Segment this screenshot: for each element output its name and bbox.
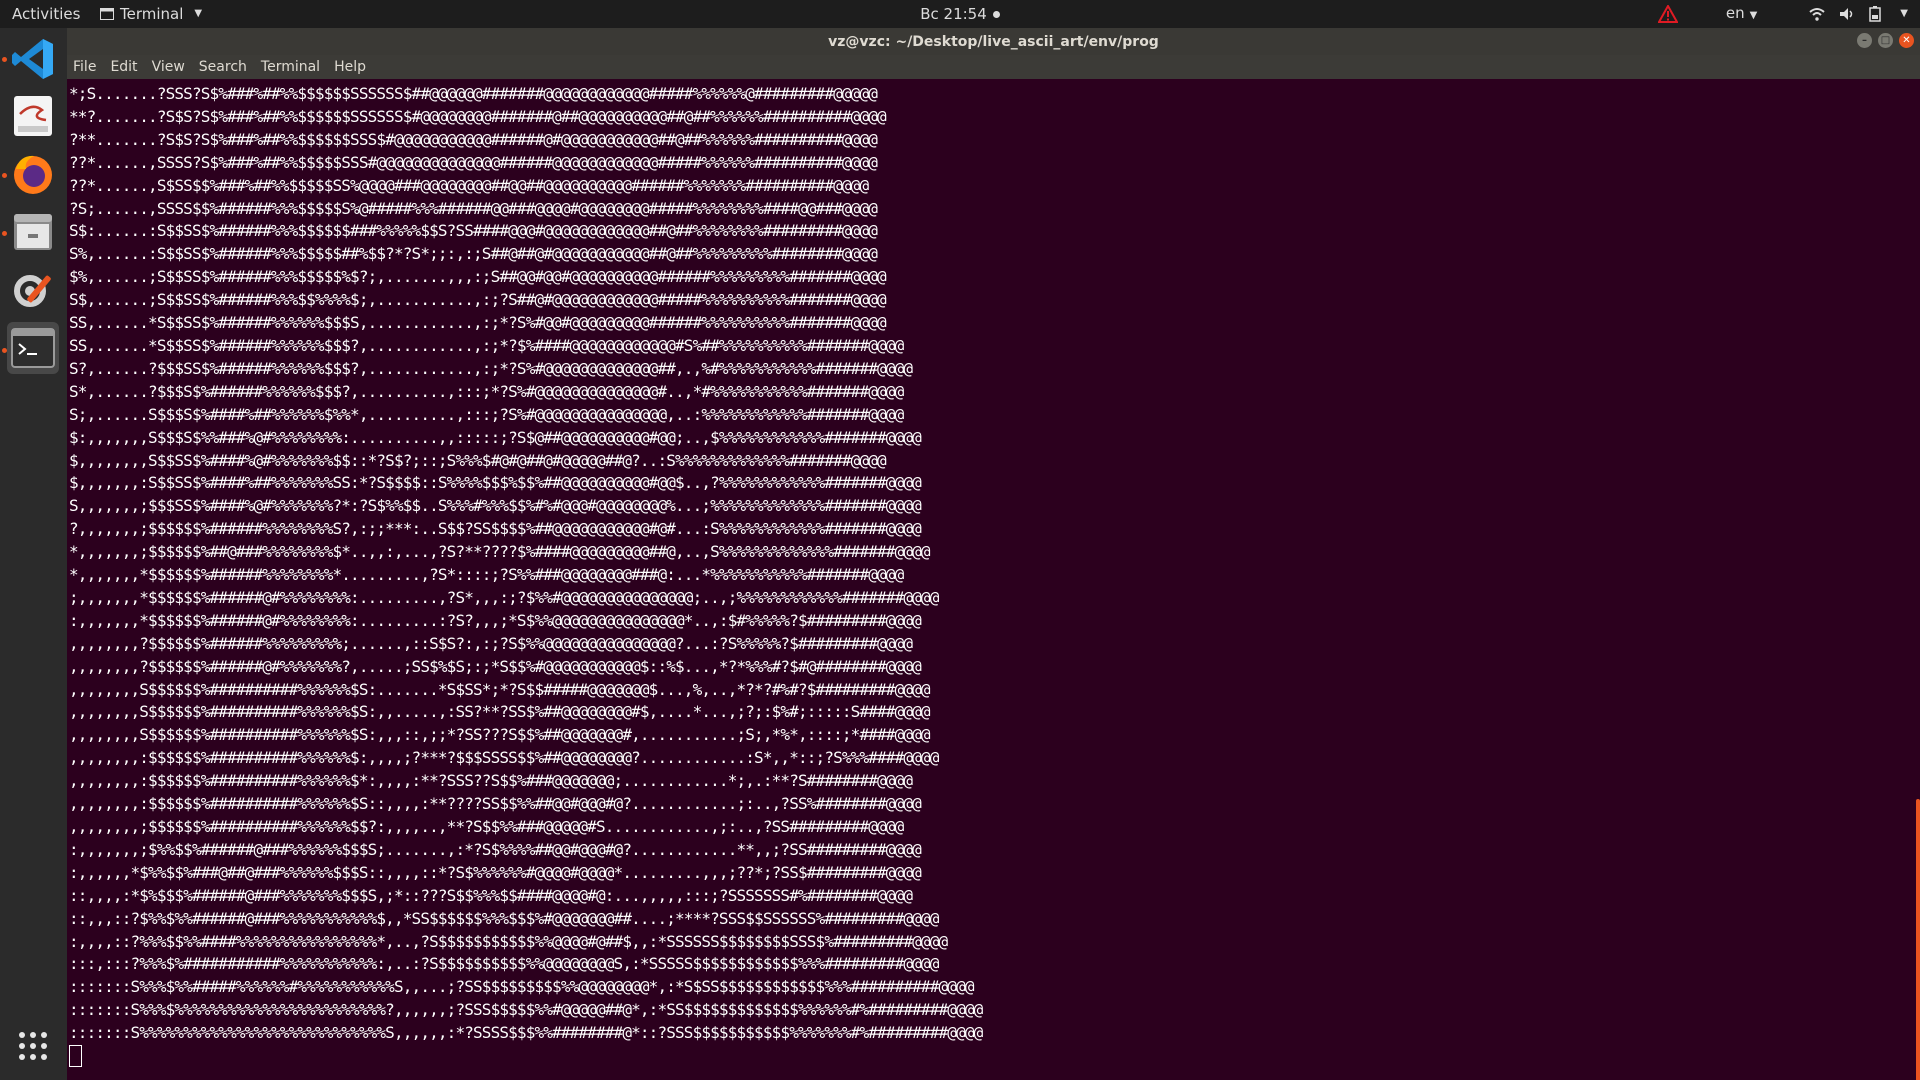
battery-icon[interactable] bbox=[1869, 6, 1882, 22]
menu-edit[interactable]: Edit bbox=[110, 59, 137, 75]
app-menu-label: Terminal bbox=[120, 5, 184, 23]
volume-icon[interactable] bbox=[1839, 7, 1855, 21]
terminal-line: **?.......?S$S?S$%###%##%%$$$$$$SSSSSS$#… bbox=[69, 106, 887, 126]
terminal-line: *,,,,,,,*$$$$$$%######%%%%%%%%*.........… bbox=[69, 565, 904, 585]
menu-file[interactable]: File bbox=[73, 59, 96, 75]
terminal-line: ,,,,,,,,S$$$$$$%##########%%%%%%$S:,,,::… bbox=[69, 725, 931, 745]
terminal-line: ,,,,,,,,:$$$$$$%##########%%%%%%$S::,,,,… bbox=[69, 794, 922, 814]
chevron-down-icon: ▼ bbox=[1749, 9, 1758, 21]
wifi-icon[interactable] bbox=[1809, 7, 1825, 21]
terminal-line: ,,,,,,,,S$$$$$$%##########%%%%%%$S:,,...… bbox=[69, 702, 931, 722]
terminal-line: :::::::S%%%%%%%%%%%%%%%%%%%%%%%%%%%%S,,,… bbox=[69, 1023, 983, 1043]
terminal-line: $,,,,,,,:S$$SS$%####%##%%%%%%%SS:*?S$$$$… bbox=[69, 473, 922, 493]
menu-help[interactable]: Help bbox=[334, 59, 366, 75]
terminal-line: ;,,,,,,,*$$$$$$%######@#%%%%%%%%:.......… bbox=[69, 587, 939, 607]
settings-icon bbox=[14, 275, 51, 307]
close-button[interactable]: ✕ bbox=[1899, 33, 1914, 48]
dock-text-editor[interactable] bbox=[7, 90, 59, 142]
dock-files[interactable] bbox=[7, 206, 59, 258]
terminal-window: vz@vzc: ~/Desktop/live_ascii_art/env/pro… bbox=[67, 28, 1920, 1080]
terminal-line: ,,,,,,,,S$$$$$$%##########%%%%%%$S:.....… bbox=[69, 679, 931, 699]
terminal-icon bbox=[11, 328, 55, 368]
dock-settings[interactable] bbox=[7, 264, 59, 316]
terminal-line: :,,,,,,,*$$$$$$%######@#%%%%%%%%:.......… bbox=[69, 610, 922, 630]
dock bbox=[0, 28, 68, 1080]
window-controls: – □ ✕ bbox=[1857, 33, 1914, 48]
terminal-line: S$:......:S$$SS$%######%%%$$$$$$###%%%%%… bbox=[69, 221, 878, 241]
terminal-line: ,,,,,,,,:$$$$$$%##########%%%%%%$*:,,,,:… bbox=[69, 771, 913, 791]
app-grid-icon bbox=[19, 1032, 47, 1060]
terminal-line: ,,,,,,,,?$$$$$$%######@#%%%%%%%?,.....;S… bbox=[69, 656, 922, 676]
terminal-line: ??*......,SSSS?S$%###%##%%$$$$$SSS#@@@@@… bbox=[69, 152, 878, 172]
terminal-output[interactable]: *;S.......?SSS?S$%###%##%%$$$$$$SSSSSS$#… bbox=[67, 79, 1920, 1080]
terminal-cursor bbox=[69, 1045, 82, 1068]
terminal-line: ::,,,::?$%%$%%######@###%%%%%%%%%%%$,,*S… bbox=[69, 908, 939, 928]
top-bar: Activities Terminal ▼ Вс 21:54 en ▼ ▼ bbox=[0, 0, 1920, 28]
dock-vscode[interactable] bbox=[7, 33, 59, 85]
terminal-line: :::::::S%%%$%%#####%%%%%%#%%%%%%%%%%%S,,… bbox=[69, 977, 974, 997]
warning-icon[interactable] bbox=[1657, 5, 1678, 23]
terminal-line: S;,......S$$$S$%####%##%%%%%%$%%*,......… bbox=[69, 404, 904, 424]
terminal-line: ?S;......,SSSS$$%######%%%$$$$$S%@#####%… bbox=[69, 198, 878, 218]
terminal-text: *;S.......?SSS?S$%###%##%%$$$$$$SSSSSS$#… bbox=[67, 79, 1920, 1070]
clock-label[interactable]: Вс 21:54 bbox=[920, 0, 987, 28]
window-title: vz@vzc: ~/Desktop/live_ascii_art/env/pro… bbox=[828, 33, 1159, 50]
terminal-line: ?**.......?S$S?S$%###%##%%$$$$$$SSS$#@@@… bbox=[69, 129, 878, 149]
terminal-line: :,,,,::?%%%$$%%####%%%%%%%%%%%%%%%%*,..,… bbox=[69, 931, 948, 951]
terminal-line: S?,......?$$$SS$%######%%%%%%$$$?,......… bbox=[69, 358, 913, 378]
terminal-line: SS,......*S$$SS$%######%%%%%%$$$S,......… bbox=[69, 313, 887, 333]
minimize-button[interactable]: – bbox=[1857, 33, 1872, 48]
notification-dot-icon bbox=[992, 10, 1000, 18]
firefox-icon bbox=[14, 155, 52, 194]
scrollbar[interactable] bbox=[1916, 799, 1920, 1080]
terminal-line: ,,,,,,,,:$$$$$$%##########%%%%%%$:,,,,;?… bbox=[69, 748, 939, 768]
terminal-line: ,,,,,,,,;$$$$$$%##########%%%%%%$$?:,,,,… bbox=[69, 817, 904, 836]
language-label: en bbox=[1725, 3, 1745, 22]
terminal-line: ,,,,,,,,?$$$$$$%######%%%%%%%%%;......,:… bbox=[69, 633, 913, 653]
terminal-line: :,,,,,,*$%%$$%###@##@###%%%%%%$$$S::,,,,… bbox=[69, 862, 922, 882]
dock-firefox[interactable] bbox=[7, 148, 59, 200]
terminal-small-icon bbox=[100, 8, 114, 20]
language-indicator[interactable]: en ▼ bbox=[1726, 0, 1757, 30]
chevron-down-icon: ▼ bbox=[194, 8, 203, 19]
terminal-line: SS,......*S$$SS$%######%%%%%%$$$?,......… bbox=[69, 335, 904, 355]
terminal-line: ?,,,,,,,;$$$$$$%######%%%%%%%%S?,:;;***:… bbox=[69, 519, 922, 539]
terminal-line: *;S.......?SSS?S$%###%##%%$$$$$$SSSSSS$#… bbox=[69, 84, 878, 103]
terminal-line: $:,,,,,,,S$$$S$%%###%@#%%%%%%%%:........… bbox=[69, 427, 922, 447]
system-menu-chevron-icon[interactable]: ▼ bbox=[1900, 0, 1908, 28]
terminal-line: :::::::S%%%$%%%%%%%%%%%%%%%%%%%%%%%%?,,,… bbox=[69, 1000, 983, 1020]
window-titlebar[interactable]: vz@vzc: ~/Desktop/live_ascii_art/env/pro… bbox=[67, 28, 1920, 55]
menu-terminal[interactable]: Terminal bbox=[261, 59, 320, 75]
activities-button[interactable]: Activities bbox=[12, 0, 80, 28]
terminal-line: *,,,,,,,;$$$$$$%##@###%%%%%%%%$*..,,:,..… bbox=[69, 542, 931, 562]
maximize-button[interactable]: □ bbox=[1878, 33, 1893, 48]
terminal-line: :,,,,,,,;$%%$$%######@###%%%%%%$$$S;....… bbox=[69, 839, 922, 859]
clock: Вс 21:54 bbox=[0, 0, 1920, 28]
terminal-line: S%,......:S$$SS$%######%%%$$$$$##%$$?*?S… bbox=[69, 244, 878, 264]
system-tray: en ▼ ▼ bbox=[1657, 0, 1908, 30]
menu-search[interactable]: Search bbox=[199, 59, 247, 75]
terminal-line: S,,,,,,,;$$$SS$%####%@#%%%%%%%?*:?S$%%$$… bbox=[69, 496, 922, 516]
terminal-line: $%,......;S$$SS$%######%%%$$$$$%$?;,....… bbox=[69, 267, 887, 287]
terminal-line: S*,......?$$$S$%######%%%%%%$$$?,.......… bbox=[69, 381, 904, 401]
vscode-icon bbox=[12, 39, 53, 79]
terminal-line: :::,:::?%%%$%###########%%%%%%%%%%%:,..:… bbox=[69, 954, 939, 974]
menu-bar: File Edit View Search Terminal Help bbox=[67, 55, 1920, 79]
terminal-line: $,,,,,,,,S$$SS$%####%@#%%%%%%%$$::*?S$?;… bbox=[69, 450, 887, 470]
dock-terminal[interactable] bbox=[7, 322, 59, 374]
menu-view[interactable]: View bbox=[152, 59, 185, 75]
terminal-line: S$,......;S$$SS$%######%%%$$%%%%$;,.....… bbox=[69, 290, 887, 310]
terminal-line: ::,,,,:*$%$$$%######@###%%%%%%%$$$S,;*::… bbox=[69, 885, 913, 905]
terminal-cursor-line bbox=[69, 1045, 1920, 1070]
text-editor-icon bbox=[14, 96, 52, 136]
files-icon bbox=[14, 214, 52, 250]
terminal-line: ??*......,S$SS$$%###%##%%$$$$$SS%@@@@###… bbox=[69, 175, 869, 195]
app-menu-terminal[interactable]: Terminal ▼ bbox=[100, 0, 202, 28]
show-applications-button[interactable] bbox=[7, 1020, 59, 1072]
